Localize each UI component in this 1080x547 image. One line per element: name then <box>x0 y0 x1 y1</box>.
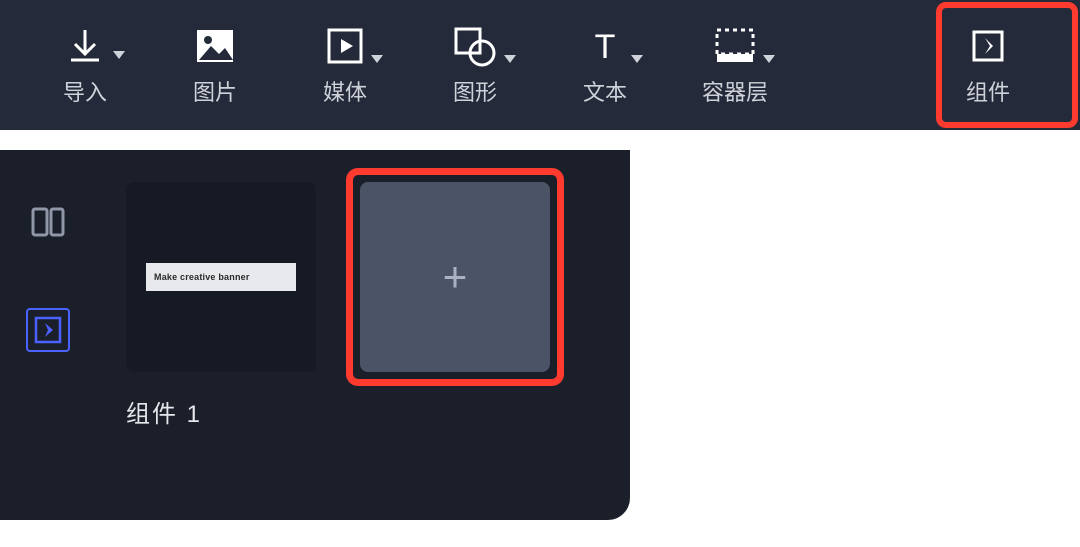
container-button[interactable]: 容器层 <box>670 0 800 130</box>
shape-icon <box>452 23 498 69</box>
import-label: 导入 <box>63 75 107 107</box>
plus-icon: + <box>443 256 468 298</box>
shape-label: 图形 <box>453 75 497 107</box>
component-label: 组件 <box>966 75 1010 107</box>
add-component-card[interactable]: + <box>360 182 550 520</box>
image-label: 图片 <box>193 75 237 107</box>
component-card-label: 组件 1 <box>126 394 202 429</box>
import-button[interactable]: 导入 <box>20 0 150 130</box>
side-panel: Make creative banner 组件 1 + <box>0 150 630 520</box>
side-icon-rail <box>0 150 96 520</box>
text-icon: T <box>585 23 625 69</box>
text-label: 文本 <box>583 75 627 107</box>
add-tile[interactable]: + <box>360 182 550 372</box>
component-thumbnail: Make creative banner <box>126 182 316 372</box>
component-icon <box>968 23 1008 69</box>
media-label: 媒体 <box>323 75 367 107</box>
import-icon <box>63 23 107 69</box>
container-label: 容器层 <box>702 75 768 107</box>
media-icon <box>325 23 365 69</box>
content-row: Make creative banner 组件 1 + <box>0 150 1080 547</box>
thumbnail-preview-text: Make creative banner <box>154 272 250 282</box>
image-button[interactable]: 图片 <box>150 0 280 130</box>
image-icon <box>193 23 237 69</box>
text-button[interactable]: T 文本 <box>540 0 670 130</box>
media-button[interactable]: 媒体 <box>280 0 410 130</box>
thumbnail-preview-bar: Make creative banner <box>146 263 296 291</box>
top-toolbar: 导入 图片 媒体 <box>0 0 1080 130</box>
container-icon <box>713 23 757 69</box>
blank-area <box>630 150 1080 547</box>
layouts-tab[interactable] <box>26 200 70 244</box>
shape-button[interactable]: 图形 <box>410 0 540 130</box>
component-card[interactable]: Make creative banner 组件 1 <box>126 182 316 520</box>
svg-text:T: T <box>595 28 616 66</box>
components-tab[interactable] <box>26 308 70 352</box>
cards-area: Make creative banner 组件 1 + <box>96 150 630 520</box>
component-button[interactable]: 组件 <box>916 0 1060 130</box>
